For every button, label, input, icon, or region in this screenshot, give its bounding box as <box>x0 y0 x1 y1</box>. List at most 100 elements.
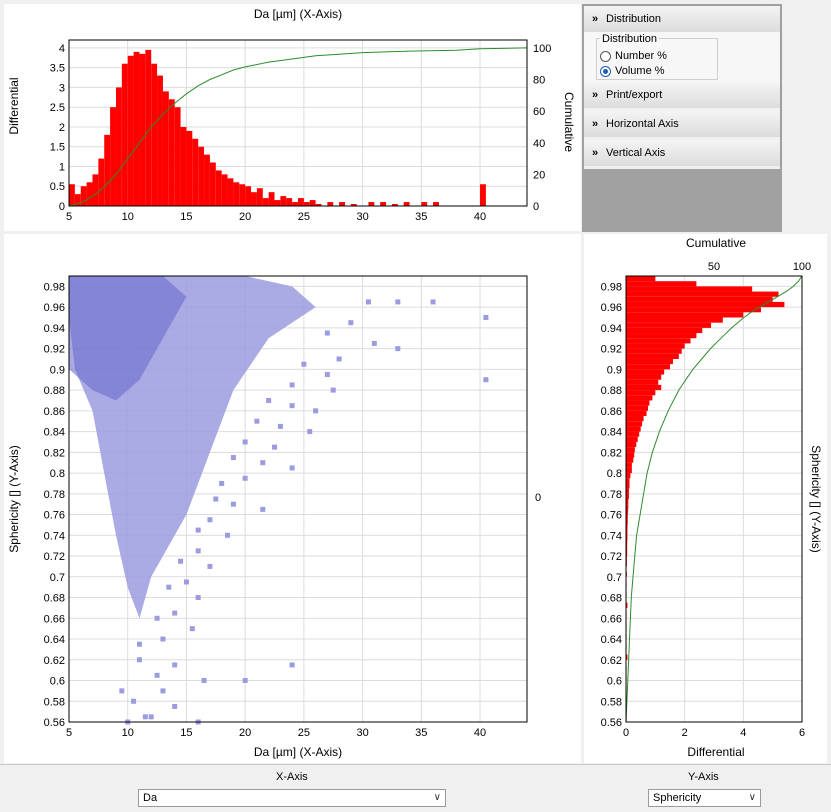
histogram-bar <box>626 452 635 458</box>
histogram-bar <box>626 348 682 354</box>
histogram-bar <box>151 63 158 206</box>
scatter-point <box>172 703 178 709</box>
histogram-bar <box>626 421 643 427</box>
histogram-bar <box>262 198 269 206</box>
scatter-point <box>301 361 307 367</box>
histogram-bar <box>251 192 257 206</box>
top-x-tick-label: 40 <box>474 211 486 223</box>
histogram-bar <box>157 75 163 206</box>
right-y-tick-label: 0.9 <box>607 364 622 376</box>
top-x-tick-label: 10 <box>122 211 134 223</box>
histogram-bar <box>233 182 240 206</box>
vertical-axis-header[interactable]: » Vertical Axis <box>584 140 780 167</box>
histogram-bar <box>626 286 753 292</box>
y-axis-label: Y-Axis <box>688 771 719 783</box>
scatter-y-tick-label: 0.6 <box>50 676 65 688</box>
histogram-bar <box>92 174 99 206</box>
scatter-point <box>277 423 283 429</box>
right-x2-tick-label: 100 <box>793 261 811 273</box>
histogram-bar <box>215 170 222 206</box>
top-x-tick-label: 5 <box>66 211 72 223</box>
scatter-chart: 5 10 15 20 25 30 35 40 0.56 0.58 0.6 0.62 0.64 0.66 0.… <box>7 275 541 759</box>
scatter-point <box>213 496 219 502</box>
scatter-y-tick-label: 0.62 <box>44 655 65 667</box>
histogram-bar <box>480 184 486 206</box>
top-y2-tick-label: 100 <box>533 43 551 55</box>
scatter-point <box>395 346 401 352</box>
scatter-point <box>483 377 489 383</box>
histogram-bar <box>168 99 175 206</box>
scatter-point <box>289 382 295 388</box>
right-y-tick-label: 0.58 <box>601 696 622 708</box>
histogram-bar <box>303 202 310 206</box>
scatter-point <box>324 372 330 378</box>
histogram-bar <box>298 198 304 206</box>
scatter-point <box>207 563 213 569</box>
distribution-header-label: Distribution <box>606 13 662 25</box>
right-x2-tick-label: 50 <box>708 261 720 273</box>
histogram-bar <box>115 87 122 206</box>
distribution-header[interactable]: » Distribution <box>584 6 780 33</box>
radio-volume[interactable] <box>600 65 611 77</box>
right-y-tick-label: 0.86 <box>601 406 622 418</box>
histogram-bar <box>626 416 644 422</box>
scatter-point <box>230 501 236 507</box>
y-axis-select[interactable]: Sphericity ∨ <box>648 789 761 807</box>
scatter-point <box>154 615 160 621</box>
y-axis-select-value: Sphericity <box>653 792 702 804</box>
right-y-tick-label: 0.7 <box>607 572 622 584</box>
scatter-point <box>324 330 330 336</box>
histogram-bar <box>139 53 146 207</box>
horizontal-axis-header[interactable]: » Horizontal Axis <box>584 111 780 138</box>
histogram-bar <box>626 322 712 328</box>
top-x-tick-label: 25 <box>298 211 310 223</box>
histogram-bar <box>433 202 439 206</box>
histogram-bar <box>626 364 670 370</box>
histogram-bar <box>626 390 656 396</box>
right-y-tick-label: 0.66 <box>601 613 622 625</box>
scatter-point <box>336 356 342 362</box>
right-y-tick-label: 0.72 <box>601 551 622 563</box>
right-y-tick-label: 0.76 <box>601 510 622 522</box>
histogram-bar <box>626 478 630 484</box>
radio-number[interactable] <box>600 50 611 62</box>
histogram-bar <box>626 384 662 391</box>
scatter-point <box>136 657 142 663</box>
x-axis-select[interactable]: Da ∨ <box>138 789 446 807</box>
scatter-y2-tick-label: 0 <box>535 492 541 504</box>
right-y-tick-label: 0.84 <box>601 427 622 439</box>
histogram-bar <box>192 138 199 206</box>
top-y2-tick-label: 0 <box>533 201 539 213</box>
radio-number-row[interactable]: Number % <box>600 50 667 62</box>
radio-volume-row[interactable]: Volume % <box>600 65 665 77</box>
scatter-y-tick-label: 0.86 <box>44 406 65 418</box>
scatter-point <box>142 714 148 720</box>
histogram-bar <box>286 198 293 206</box>
print-export-header[interactable]: » Print/export <box>584 82 780 109</box>
scatter-y-tick-label: 0.9 <box>50 364 65 376</box>
histogram-bar <box>626 436 638 442</box>
scatter-y-tick-label: 0.96 <box>44 302 65 314</box>
top-y-tick-label: 2.5 <box>50 102 65 114</box>
right-y-tick-label: 0.6 <box>607 676 622 688</box>
right-y-tick-label: 0.92 <box>601 344 622 356</box>
histogram-bar <box>280 196 287 206</box>
scatter-point <box>260 460 266 466</box>
options-panel: » Distribution Distribution Number % Vol… <box>582 4 782 232</box>
top-y-axis-title: Differential <box>7 77 21 134</box>
right-y-tick-label: 0.96 <box>601 302 622 314</box>
top-y2-axis-title: Cumulative <box>562 92 576 152</box>
scatter-point <box>160 688 166 694</box>
histogram-bar <box>626 353 679 359</box>
scatter-point <box>136 641 142 647</box>
histogram-bar <box>368 202 375 206</box>
scatter-point <box>266 397 272 403</box>
histogram-bar <box>626 374 662 380</box>
histogram-bar <box>626 426 641 432</box>
histogram-bar <box>127 55 134 206</box>
histogram-bar <box>133 51 140 206</box>
scatter-y-tick-label: 0.94 <box>44 323 65 335</box>
right-histogram-panel: 0 2 4 6 50 100 0.56 0.58 0.6 0.62 0.64 0.66 0.68 0.7 0… <box>584 234 827 763</box>
histogram-bar <box>626 457 634 463</box>
scatter-point <box>289 465 295 471</box>
